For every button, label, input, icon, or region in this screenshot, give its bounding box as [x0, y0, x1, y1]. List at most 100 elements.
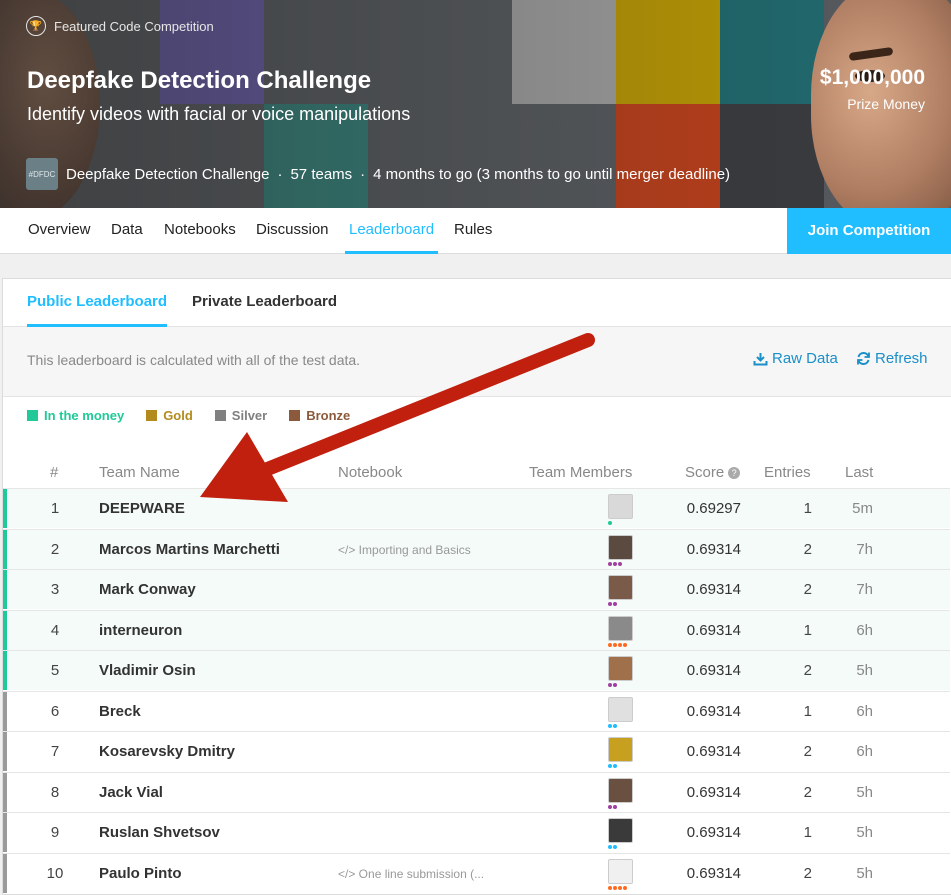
row-status-bar — [3, 732, 7, 771]
team-name[interactable]: DEEPWARE — [99, 500, 185, 517]
row-entries: 1 — [803, 621, 812, 639]
team-name[interactable]: Paulo Pinto — [99, 865, 182, 882]
tier-dot — [608, 561, 612, 566]
competition-meta: #DFDC Deepfake Detection Challenge · 57 … — [26, 158, 730, 190]
meta-separator: · — [277, 165, 283, 183]
table-row: 2 Marcos Martins Marchetti </> Importing a… — [3, 528, 950, 569]
notebook-link[interactable]: </> Importing and Basics — [338, 543, 471, 557]
tab-public-leaderboard[interactable]: Public Leaderboard — [27, 293, 168, 327]
team-name[interactable]: Ruslan Shvetsov — [99, 824, 220, 841]
featured-label: 🏆 Featured Code Competition — [26, 16, 214, 36]
meta-deadline: 4 months to go (3 months to go until mer… — [373, 165, 731, 183]
avatar[interactable] — [608, 656, 633, 681]
row-rank: 7 — [50, 743, 60, 760]
tier-dot — [608, 683, 612, 687]
row-entries: 2 — [803, 743, 812, 760]
row-last: 6h — [856, 702, 873, 720]
raw-data-link[interactable]: Raw Data — [753, 350, 838, 367]
row-score: 0.69314 — [686, 621, 741, 639]
tab-notebooks[interactable]: Notebooks — [164, 208, 236, 254]
row-rank: 4 — [50, 621, 60, 639]
avatar[interactable] — [608, 737, 633, 762]
row-entries: 2 — [803, 783, 812, 801]
legend-swatch — [289, 410, 301, 421]
row-last: 7h — [856, 581, 873, 598]
tab-data[interactable]: Data — [111, 208, 143, 254]
table-row: 3 Mark Conway 0.69314 2 7h — [3, 569, 950, 609]
legend-label: Silver — [231, 408, 268, 423]
tier-dot — [618, 561, 622, 566]
team-name[interactable]: Kosarevsky Dmitry — [99, 743, 235, 760]
avatar[interactable] — [608, 494, 633, 519]
avatar[interactable] — [608, 534, 633, 560]
meta-host[interactable]: Deepfake Detection Challenge — [66, 166, 269, 183]
row-score: 0.69314 — [686, 824, 741, 841]
tab-overview[interactable]: Overview — [28, 208, 91, 254]
avatar[interactable] — [608, 818, 633, 843]
team-name[interactable]: Vladimir Osin — [99, 662, 196, 679]
tab-discussion[interactable]: Discussion — [256, 208, 329, 254]
row-last: 5h — [856, 783, 873, 801]
tab-private-leaderboard[interactable]: Private Leaderboard — [192, 293, 337, 327]
competition-title: Deepfake Detection Challenge — [27, 67, 372, 94]
refresh-link[interactable]: Refresh — [856, 350, 928, 367]
competition-logo: #DFDC — [26, 158, 58, 190]
leaderboard-info-bar: This leaderboard is calculated with all … — [3, 327, 951, 397]
avatar[interactable] — [608, 575, 633, 600]
legend-swatch — [146, 410, 158, 421]
help-icon[interactable]: ? — [728, 466, 741, 479]
tab-rules[interactable]: Rules — [454, 208, 492, 254]
legend-label: In the money — [44, 408, 125, 423]
avatar[interactable] — [608, 696, 633, 722]
row-rank: 10 — [46, 864, 64, 882]
join-competition-button[interactable]: Join Competition — [787, 208, 951, 254]
tier-dot — [623, 642, 627, 647]
tier-dot — [608, 764, 612, 768]
download-icon — [753, 352, 768, 365]
col-last: Last — [845, 464, 874, 481]
row-score: 0.69297 — [686, 500, 741, 517]
tier-dots — [608, 804, 617, 809]
table-row: 8 Jack Vial 0.69314 2 5h — [3, 771, 950, 812]
legend-swatch — [214, 410, 226, 421]
row-rank: 5 — [50, 662, 60, 679]
tier-dot — [623, 885, 627, 890]
avatar[interactable] — [608, 858, 633, 884]
col-team-name[interactable]: Team Name — [99, 464, 180, 481]
table-row: 7 Kosarevsky Dmitry 0.69314 2 6h — [3, 731, 950, 771]
table-row: 6 Breck 0.69314 1 6h — [3, 690, 950, 731]
col-score[interactable]: Score ? — [685, 464, 741, 481]
team-name[interactable]: Breck — [99, 703, 141, 720]
row-rank: 6 — [50, 702, 60, 720]
row-status-bar — [3, 610, 7, 650]
competition-banner: 🏆 Featured Code Competition Deepfake Det… — [0, 0, 951, 208]
team-name[interactable]: Mark Conway — [99, 581, 196, 598]
tab-leaderboard[interactable]: Leaderboard — [345, 208, 439, 254]
tier-dot — [613, 885, 617, 890]
row-entries: 2 — [803, 662, 812, 679]
avatar[interactable] — [608, 777, 633, 803]
row-last: 5h — [856, 824, 873, 841]
table-row: 9 Ruslan Shvetsov 0.69314 1 5h — [3, 812, 950, 852]
team-name[interactable]: Marcos Martins Marchetti — [99, 541, 280, 558]
row-score: 0.69314 — [686, 743, 741, 760]
legend-item: In the money — [27, 408, 124, 423]
notebook-link[interactable]: </> One line submission (... — [338, 867, 484, 881]
team-name[interactable]: interneuron — [99, 622, 182, 639]
row-entries: 2 — [803, 540, 812, 558]
tier-dot — [608, 804, 612, 809]
tier-dot — [608, 845, 612, 849]
tier-dot — [613, 764, 617, 768]
row-score: 0.69314 — [686, 581, 741, 598]
row-status-bar — [3, 813, 7, 852]
refresh-label: Refresh — [875, 350, 928, 367]
leaderboard-card: Public Leaderboard Private Leaderboard T… — [2, 278, 951, 895]
avatar[interactable] — [608, 615, 633, 641]
team-name[interactable]: Jack Vial — [99, 784, 163, 801]
tier-dot — [608, 642, 612, 647]
meta-separator: · — [360, 165, 366, 183]
row-score: 0.69314 — [686, 662, 741, 679]
col-score-label: Score — [685, 464, 725, 481]
tier-dot — [613, 845, 617, 849]
legend-item: Bronze — [289, 408, 350, 423]
